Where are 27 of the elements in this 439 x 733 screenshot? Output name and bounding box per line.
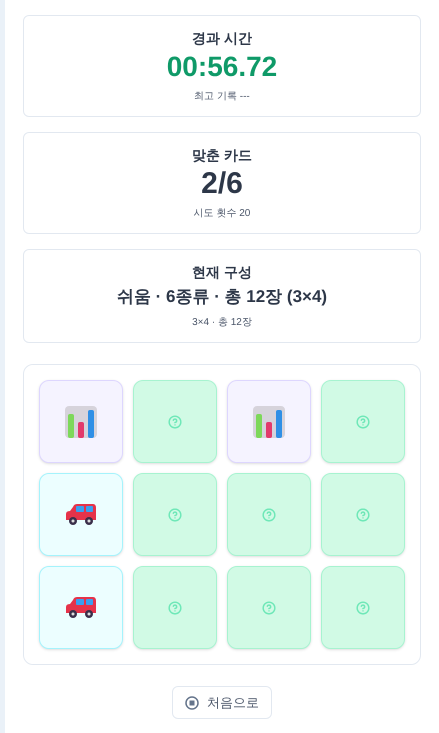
stat-note: 3×4 · 총 12장: [192, 316, 252, 330]
card[interactable]: [39, 473, 123, 556]
bar-chart-icon: [253, 406, 285, 438]
stop-icon: [185, 696, 199, 710]
question-icon: [356, 600, 370, 614]
stat-label: 맞춘 카드: [192, 146, 252, 165]
question-icon: [356, 508, 370, 522]
card[interactable]: [227, 380, 311, 463]
stat-value: 00:56.72: [166, 50, 278, 84]
stat-value: 2/6: [201, 166, 243, 202]
question-icon: [168, 600, 182, 614]
car-icon: [65, 502, 97, 526]
stat-label: 경과 시간: [192, 29, 252, 48]
card[interactable]: [39, 380, 123, 463]
stat-value: 쉬움 · 6종류 · 총 12장 (3×4): [116, 286, 328, 308]
card[interactable]: [39, 566, 123, 649]
stat-note: 최고 기록 ---: [194, 90, 250, 104]
question-icon: [262, 600, 276, 614]
question-icon: [262, 508, 276, 522]
stat-note: 시도 횟수 20: [194, 207, 250, 221]
question-icon: [168, 508, 182, 522]
car-icon: [65, 596, 97, 620]
question-icon: [168, 414, 182, 428]
restart-button[interactable]: 처음으로: [172, 686, 272, 719]
stat-label: 현재 구성: [192, 263, 252, 282]
question-icon: [356, 414, 370, 428]
bar-chart-icon: [65, 406, 97, 438]
